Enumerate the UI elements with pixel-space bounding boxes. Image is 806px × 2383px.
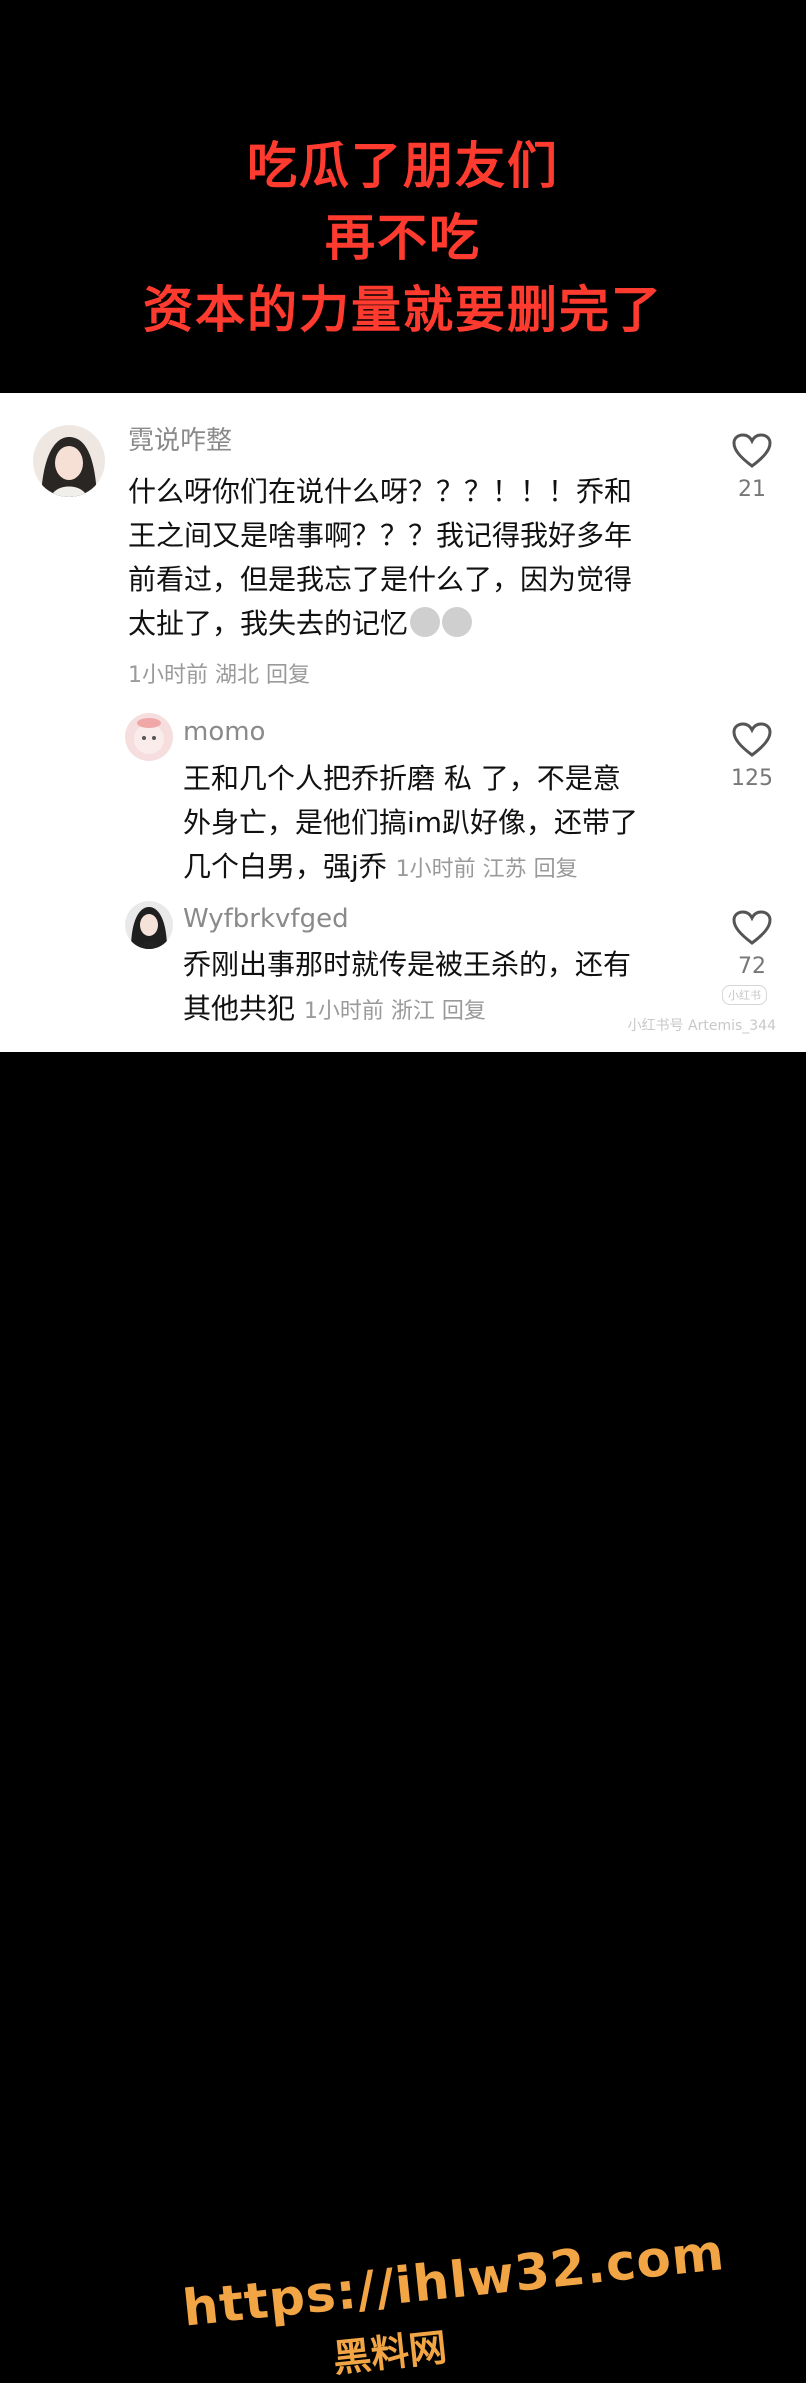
like-count: 72 [738, 954, 766, 979]
like-button[interactable]: 72 [722, 910, 782, 979]
comment-line-text: 其他共犯 [183, 992, 296, 1025]
watermark: 小红书号 Artemis_344 [627, 1018, 776, 1034]
username[interactable]: momo [183, 716, 265, 748]
comment-line: 其他共犯 1小时前 浙江 回复 [183, 987, 703, 1034]
footer-url[interactable]: https://ihlw32.com [180, 2223, 727, 2338]
sad-face-icon [442, 607, 473, 637]
avatar[interactable] [125, 901, 173, 949]
headline-line-2: 再不吃 [325, 209, 481, 267]
avatar[interactable] [33, 425, 105, 497]
comment-line: 王之间又是啥事啊？？？我记得我好多年 [128, 519, 633, 552]
heart-outline-icon [732, 722, 772, 757]
heart-outline-icon [732, 433, 772, 468]
comment-line: 前看过，但是我忘了是什么了，因为觉得 [128, 563, 633, 596]
like-count: 21 [738, 477, 766, 502]
comment-meta: 1小时前 浙江 回复 [303, 999, 486, 1024]
avatar[interactable] [125, 713, 173, 761]
comment-line-text: 太扯了，我失去的记忆 [128, 607, 409, 640]
comment-text: 什么呀你们在说什么呀？？？！！！乔和 王之间又是啥事啊？？？我记得我好多年 前看… [128, 470, 728, 698]
comment-text: 王和几个人把乔折磨 私 了，不是意 外身亡，是他们搞im趴好像，还带了 几个白男… [183, 757, 703, 892]
comment-line: 外身亡，是他们搞im趴好像，还带了 [183, 806, 639, 839]
headline-line-1: 吃瓜了朋友们 [247, 137, 559, 195]
watermark-tag: 小红书 [722, 985, 767, 1005]
sad-face-icon [410, 607, 441, 637]
comment-line: 太扯了，我失去的记忆 [128, 602, 728, 646]
comment-line-text: 几个白男，强j乔 [183, 850, 387, 883]
username[interactable]: Wyfbrkvfged [183, 903, 349, 935]
heart-outline-icon [732, 910, 772, 945]
like-count: 125 [731, 766, 773, 791]
username[interactable]: 霓说咋整 [128, 425, 232, 457]
comment-line: 王和几个人把乔折磨 私 了，不是意 [183, 762, 621, 795]
like-button[interactable]: 21 [722, 433, 782, 502]
comment-text: 乔刚出事那时就传是被王杀的，还有 其他共犯 1小时前 浙江 回复 [183, 943, 703, 1034]
footer-subtitle: 黑料网 [330, 2325, 449, 2381]
headline: 吃瓜了朋友们 再不吃 资本的力量就要删完了 [0, 130, 806, 346]
comment-line: 乔刚出事那时就传是被王杀的，还有 [183, 948, 632, 981]
like-button[interactable]: 125 [722, 722, 782, 791]
comment-line: 几个白男，强j乔 1小时前 江苏 回复 [183, 845, 703, 892]
headline-line-3: 资本的力量就要删完了 [143, 281, 663, 339]
comment-meta: 1小时前 湖北 回复 [128, 663, 310, 688]
comment-line: 什么呀你们在说什么呀？？？！！！乔和 [128, 475, 633, 508]
comment-meta: 1小时前 江苏 回复 [395, 857, 578, 882]
